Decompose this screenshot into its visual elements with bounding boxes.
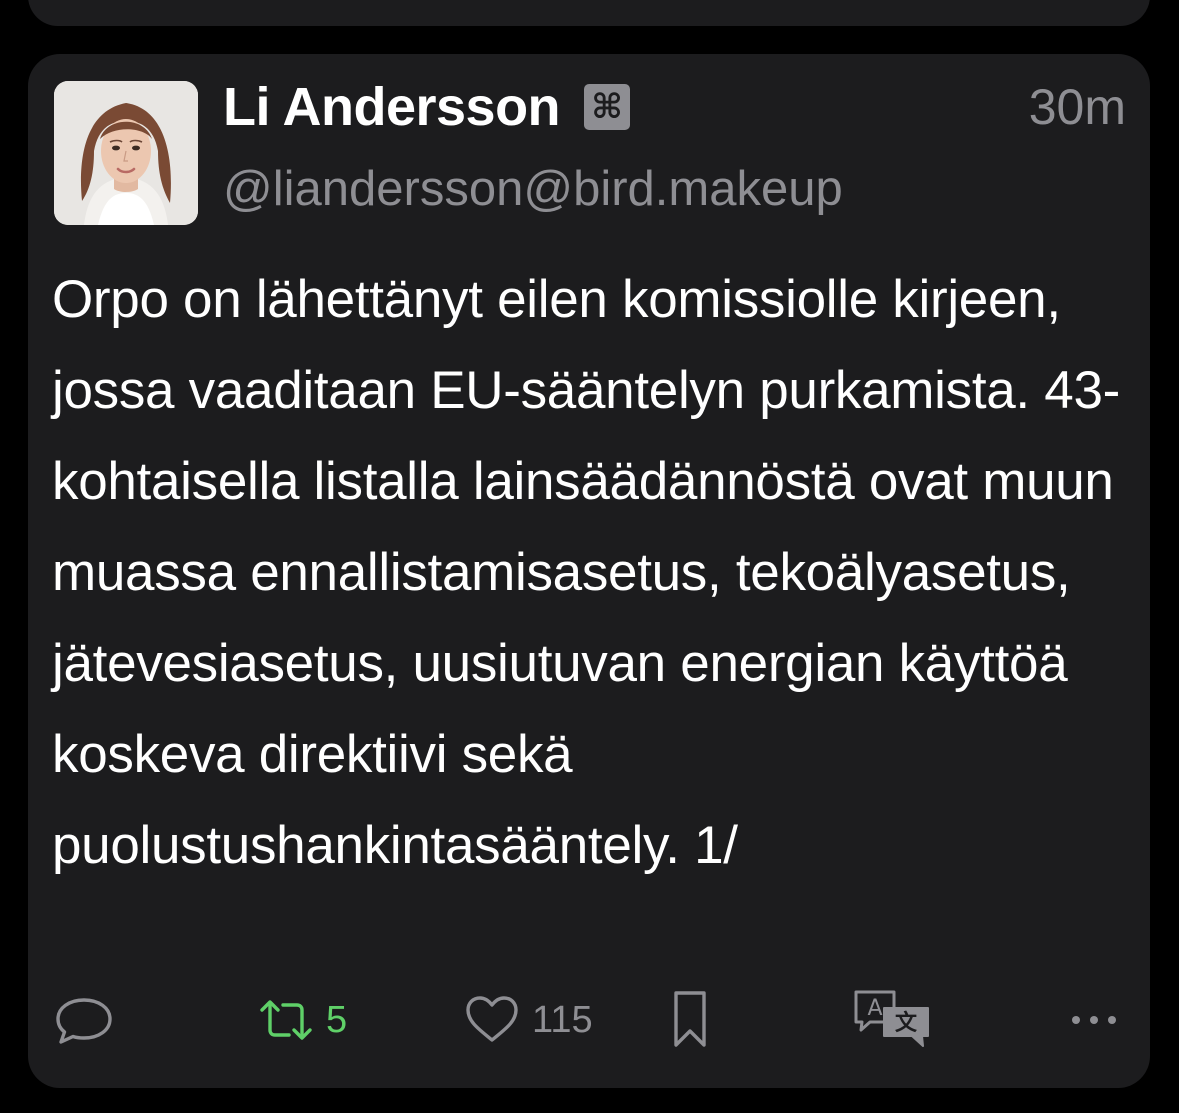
more-dots-icon <box>1072 1016 1116 1024</box>
avatar[interactable] <box>54 81 198 225</box>
translate-button[interactable]: A 文 <box>850 982 934 1058</box>
translate-icon: A 文 <box>854 990 929 1047</box>
previous-post-card <box>28 0 1150 26</box>
svg-text:A: A <box>867 996 882 1021</box>
post-timestamp[interactable]: 30m <box>1029 74 1126 140</box>
speech-bubble-icon <box>56 998 112 1044</box>
bot-badge-icon: ⌘ <box>584 84 631 130</box>
author-handle[interactable]: @liandersson@bird.makeup <box>223 161 843 217</box>
author-row: Li Andersson ⌘ <box>223 74 631 140</box>
bookmark-icon <box>674 991 706 1047</box>
avatar-portrait <box>54 81 198 225</box>
like-button[interactable]: 115 <box>462 982 593 1058</box>
repost-icon <box>260 1000 312 1040</box>
boost-button[interactable]: 5 <box>256 982 347 1058</box>
heart-icon <box>466 996 518 1042</box>
bookmark-button[interactable] <box>668 982 712 1058</box>
author-name[interactable]: Li Andersson <box>223 76 561 138</box>
post-text: Orpo on lähettänyt eilen komissiolle kir… <box>52 270 1120 875</box>
post-action-bar: 5 115 A 文 <box>28 982 1150 1058</box>
boost-count: 5 <box>326 998 348 1041</box>
reply-button[interactable] <box>52 982 116 1058</box>
post-card[interactable]: Li Andersson ⌘ 30m @liandersson@bird.mak… <box>28 54 1150 1088</box>
like-count: 115 <box>532 998 593 1041</box>
more-button[interactable] <box>1064 982 1124 1058</box>
svg-text:文: 文 <box>895 1010 918 1036</box>
